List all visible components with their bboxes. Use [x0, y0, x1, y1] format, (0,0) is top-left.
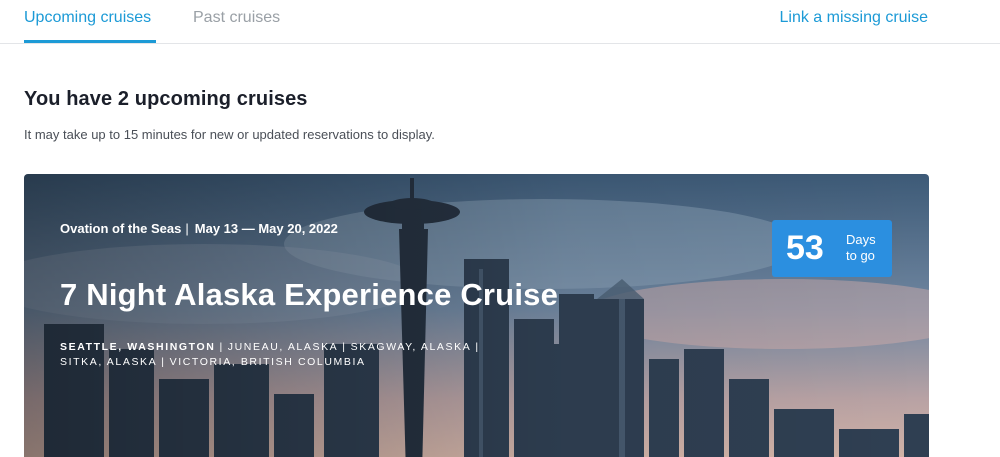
top-navigation: Upcoming cruises Past cruises Link a mis… [0, 0, 1000, 44]
countdown-label: Days to go [846, 232, 876, 264]
port-item: JUNEAU, ALASKA [227, 341, 339, 353]
countdown-badge: 53 Days to go [772, 220, 892, 277]
port-item: SITKA, ALASKA [60, 356, 158, 368]
cruise-card[interactable]: Ovation of the Seas | May 13 — May 20, 202… [24, 174, 929, 457]
countdown-label-to-go: to go [846, 248, 875, 263]
port-separator: | [475, 341, 480, 353]
link-missing-cruise-link[interactable]: Link a missing cruise [780, 9, 929, 27]
port-separator: | [219, 341, 224, 353]
reservation-notice: It may take up to 15 minutes for new or … [24, 127, 435, 142]
active-tab-indicator [24, 40, 156, 43]
port-separator: | [161, 356, 166, 368]
ship-date-separator: | [185, 221, 189, 236]
port-item: SKAGWAY, ALASKA [350, 341, 472, 353]
cruise-title: 7 Night Alaska Experience Cruise [60, 277, 559, 312]
tab-upcoming-cruises[interactable]: Upcoming cruises [24, 9, 151, 27]
port-list: SEATTLE, WASHINGTON | JUNEAU, ALASKA | SKAGW… [60, 340, 540, 370]
ship-and-dates: Ovation of the Seas | May 13 — May 20, 202… [60, 221, 338, 236]
page-title: You have 2 upcoming cruises [24, 88, 308, 110]
days-remaining: 53 [786, 229, 824, 267]
ship-name: Ovation of the Seas [60, 221, 182, 236]
countdown-label-days: Days [846, 232, 876, 247]
seattle-skyline-image [24, 174, 929, 457]
port-separator: | [342, 341, 347, 353]
tab-past-cruises[interactable]: Past cruises [193, 9, 280, 27]
cruise-dates: May 13 — May 20, 2022 [194, 221, 338, 236]
port-item: VICTORIA, BRITISH COLUMBIA [169, 356, 366, 368]
port-item: SEATTLE, WASHINGTON [60, 341, 216, 353]
